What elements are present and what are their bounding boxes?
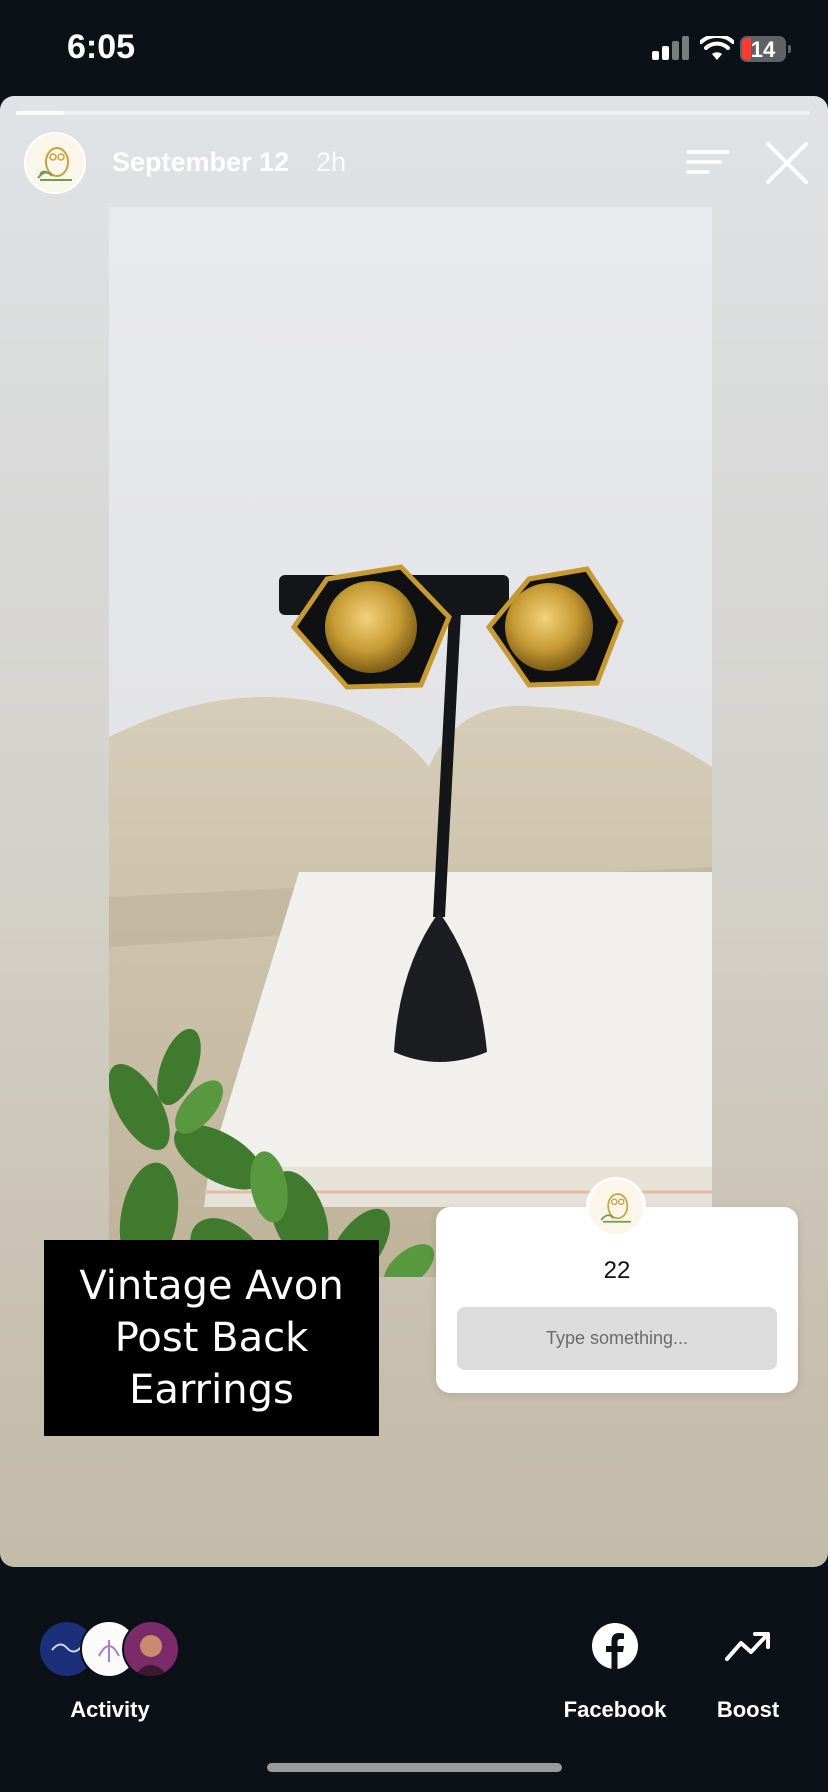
- viewer-avatar-3: [122, 1620, 180, 1678]
- sticker-line-2: Post Back: [114, 1315, 309, 1361]
- status-bar: 6:05 14: [0, 0, 828, 96]
- close-icon[interactable]: [764, 140, 810, 186]
- activity-label[interactable]: Activity: [50, 1697, 170, 1723]
- facebook-icon[interactable]: [592, 1623, 638, 1669]
- question-sticker[interactable]: 22: [436, 1177, 798, 1393]
- owl-logo-icon: [600, 1193, 631, 1223]
- boost-label[interactable]: Boost: [698, 1697, 798, 1723]
- owl-logo-icon: [37, 147, 72, 181]
- story-viewer[interactable]: September 12 2h Vintage Avon Post Back E…: [0, 96, 828, 1567]
- sticker-line-1: Vintage Avon: [79, 1263, 344, 1309]
- facebook-label[interactable]: Facebook: [555, 1697, 675, 1723]
- battery-level: 14: [750, 37, 776, 62]
- status-time: 6:05: [67, 28, 136, 66]
- story-text-sticker: Vintage Avon Post Back Earrings: [44, 1240, 379, 1436]
- question-response-input[interactable]: [457, 1307, 777, 1370]
- battery-icon: 14: [740, 36, 791, 62]
- earrings-photo-illustration: [109, 564, 712, 1277]
- signal-icon: [652, 36, 690, 60]
- story-time-ago: 2h: [316, 147, 347, 177]
- question-text: 22: [603, 1257, 631, 1284]
- profile-avatar[interactable]: [24, 132, 86, 194]
- question-avatar: [586, 1177, 646, 1237]
- wifi-icon: [700, 36, 734, 60]
- sticker-line-3: Earrings: [129, 1367, 294, 1413]
- story-photo: [109, 207, 712, 1277]
- story-progress-fill: [16, 111, 64, 115]
- home-indicator[interactable]: [267, 1763, 562, 1772]
- bottom-bar: Activity Facebook Boost: [0, 1567, 828, 1792]
- menu-icon[interactable]: [686, 148, 730, 178]
- story-progress-bar: [16, 111, 810, 115]
- boost-icon[interactable]: [724, 1627, 772, 1665]
- activity-avatars[interactable]: [38, 1620, 188, 1678]
- story-date: September 12: [112, 147, 290, 177]
